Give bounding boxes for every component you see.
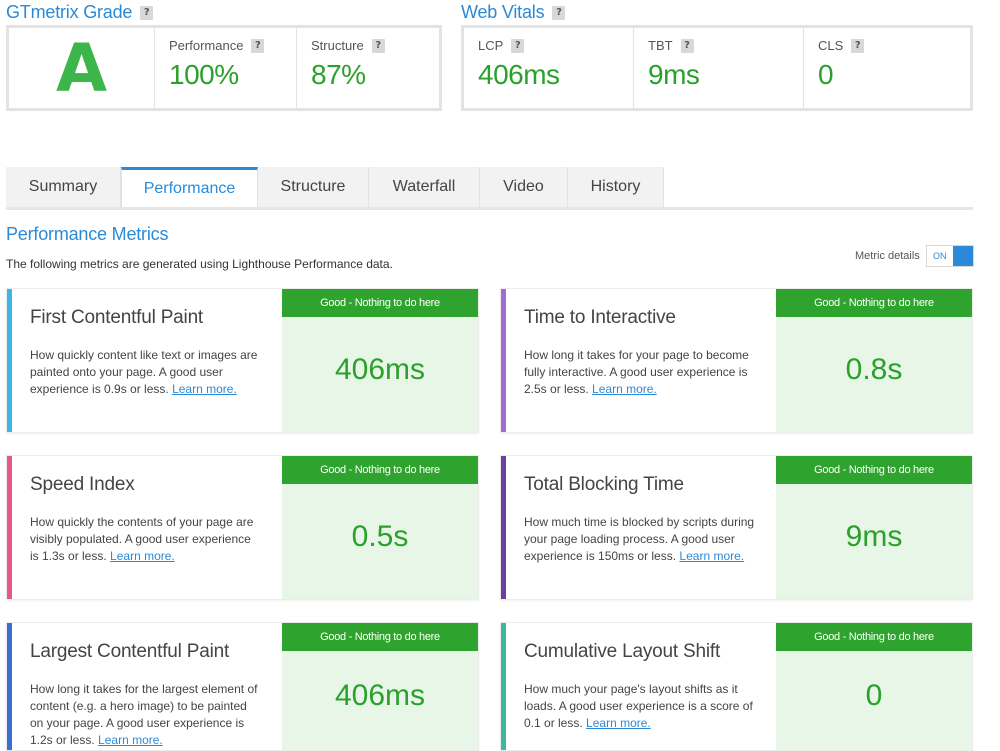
cls-label: CLS xyxy=(818,38,844,53)
status-badge: Good - Nothing to do here xyxy=(282,623,478,651)
lcp-label: LCP xyxy=(478,38,504,53)
learn-more-link[interactable]: Learn more. xyxy=(592,382,657,396)
tab-waterfall[interactable]: Waterfall xyxy=(369,167,480,207)
metric-card-speed-index: Speed Index How quickly the contents of … xyxy=(6,455,479,600)
help-icon[interactable]: ? xyxy=(511,38,525,53)
card-title: First Contentful Paint xyxy=(30,307,204,328)
report-tabs: Summary Performance Structure Waterfall … xyxy=(6,167,973,210)
learn-more-link[interactable]: Learn more. xyxy=(98,733,163,747)
tab-performance[interactable]: Performance xyxy=(121,167,258,207)
metric-value: 0 xyxy=(865,678,883,712)
metric-card-lcp: Largest Contentful Paint How long it tak… xyxy=(6,622,479,751)
performance-label: Performance xyxy=(169,38,244,53)
help-icon[interactable]: ? xyxy=(251,38,265,53)
toggle-state: ON xyxy=(933,251,947,261)
metric-value: 0.5s xyxy=(351,519,409,553)
performance-cell: Performance ? 100% xyxy=(155,28,297,108)
tbt-label: TBT xyxy=(648,38,673,53)
structure-value: 87% xyxy=(311,59,366,90)
cls-value: 0 xyxy=(818,59,834,90)
grade-letter: A xyxy=(9,28,155,108)
help-icon[interactable]: ? xyxy=(851,38,865,53)
gtmetrix-grade-heading: GTmetrix Grade ? xyxy=(6,2,154,23)
structure-cell: Structure ? 87% xyxy=(297,28,439,108)
metric-value: 9ms xyxy=(845,519,903,553)
help-icon[interactable]: ? xyxy=(680,38,694,53)
structure-label: Structure xyxy=(311,38,364,53)
web-vitals-box: LCP ? 406ms TBT ? 9ms CLS ? 0 xyxy=(461,25,973,111)
toggle-knob[interactable] xyxy=(952,246,973,266)
metric-card-cls: Cumulative Layout Shift How much your pa… xyxy=(500,622,973,751)
tab-structure[interactable]: Structure xyxy=(258,167,369,207)
lcp-cell: LCP ? 406ms xyxy=(464,28,634,108)
learn-more-link[interactable]: Learn more. xyxy=(679,549,744,563)
card-title: Largest Contentful Paint xyxy=(30,641,230,662)
status-badge: Good - Nothing to do here xyxy=(776,456,972,484)
status-badge: Good - Nothing to do here xyxy=(282,289,478,317)
help-icon[interactable]: ? xyxy=(552,5,566,20)
metric-card-tti: Time to Interactive How long it takes fo… xyxy=(500,288,973,433)
metric-card-tbt: Total Blocking Time How much time is blo… xyxy=(500,455,973,600)
cls-cell: CLS ? 0 xyxy=(804,28,970,108)
learn-more-link[interactable]: Learn more. xyxy=(110,549,175,563)
status-badge: Good - Nothing to do here xyxy=(776,623,972,651)
metric-value: 0.8s xyxy=(845,352,903,386)
toggle-switch[interactable]: ON xyxy=(925,245,974,267)
learn-more-link[interactable]: Learn more. xyxy=(172,382,237,396)
card-title: Time to Interactive xyxy=(524,307,676,328)
metric-value: 406ms xyxy=(334,678,426,712)
tbt-cell: TBT ? 9ms xyxy=(634,28,804,108)
tab-video[interactable]: Video xyxy=(480,167,568,207)
web-vitals-title: Web Vitals xyxy=(461,2,545,22)
learn-more-link[interactable]: Learn more. xyxy=(586,716,651,730)
gtmetrix-grade-title: GTmetrix Grade xyxy=(6,2,133,22)
card-title: Cumulative Layout Shift xyxy=(524,641,721,662)
metric-details-label: Metric details xyxy=(855,250,920,262)
help-icon[interactable]: ? xyxy=(140,5,154,20)
help-icon[interactable]: ? xyxy=(371,38,385,53)
web-vitals-heading: Web Vitals ? xyxy=(461,2,566,23)
performance-metrics-title: Performance Metrics xyxy=(6,224,169,244)
metric-value: 406ms xyxy=(334,352,426,386)
status-badge: Good - Nothing to do here xyxy=(776,289,972,317)
grade-box: A Performance ? 100% Structure ? 87% xyxy=(6,25,442,111)
card-title: Speed Index xyxy=(30,474,135,495)
performance-metrics-subtitle: The following metrics are generated usin… xyxy=(6,257,393,271)
lcp-value: 406ms xyxy=(478,59,560,90)
card-title: Total Blocking Time xyxy=(524,474,684,495)
tbt-value: 9ms xyxy=(648,59,700,90)
metric-card-fcp: First Contentful Paint How quickly conte… xyxy=(6,288,479,433)
tab-history[interactable]: History xyxy=(568,167,664,207)
tab-summary[interactable]: Summary xyxy=(6,167,121,207)
metric-details-toggle[interactable]: Metric details ON xyxy=(855,245,974,267)
status-badge: Good - Nothing to do here xyxy=(282,456,478,484)
performance-value: 100% xyxy=(169,59,239,90)
